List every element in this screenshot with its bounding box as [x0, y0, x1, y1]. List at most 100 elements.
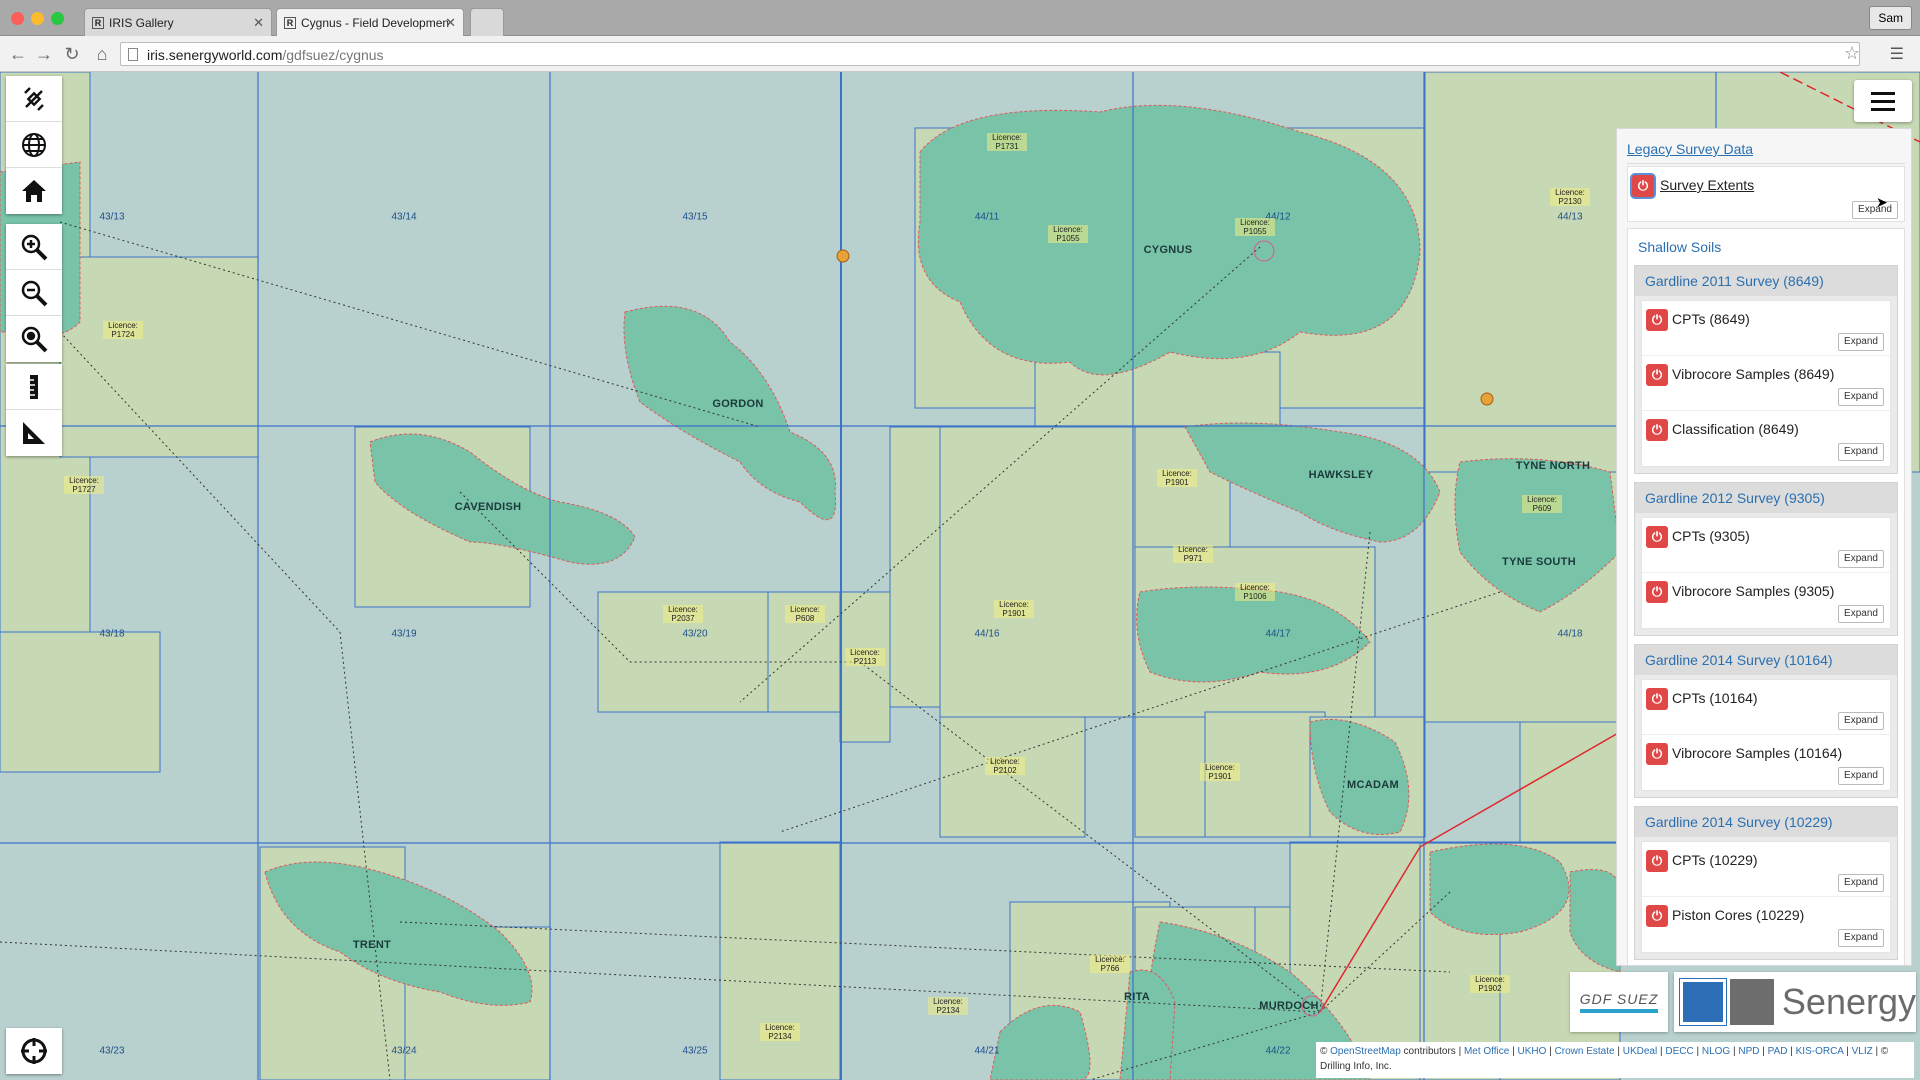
- shallow-soils-title[interactable]: Shallow Soils: [1628, 229, 1904, 265]
- power-toggle-icon[interactable]: ⏻: [1646, 743, 1668, 765]
- expand-button[interactable]: Expand: [1838, 767, 1884, 785]
- expand-button[interactable]: Expand: [1838, 443, 1884, 461]
- field-label-hawksley[interactable]: HAWKSLEY: [1309, 469, 1374, 481]
- power-toggle-icon[interactable]: ⏻: [1646, 850, 1668, 872]
- power-toggle-icon[interactable]: ⏻: [1646, 905, 1668, 927]
- expand-button[interactable]: Expand: [1838, 929, 1884, 947]
- expand-button[interactable]: Expand: [1838, 874, 1884, 892]
- block-label: 44/13: [1557, 211, 1583, 223]
- bookmark-star-icon[interactable]: ☆: [1844, 43, 1860, 64]
- licence-label: Licence: P2134: [760, 1023, 800, 1041]
- power-toggle-icon[interactable]: ⏻: [1646, 419, 1668, 441]
- attribution-link[interactable]: DECC: [1665, 1046, 1693, 1057]
- licence-label: Licence: P1055: [1235, 218, 1275, 236]
- survey-group: Gardline 2012 Survey (9305) ⏻ CPTs (9305)…: [1634, 482, 1898, 636]
- back-icon[interactable]: ←: [8, 44, 28, 65]
- close-tab-icon[interactable]: ✕: [253, 15, 264, 31]
- block-label: 43/14: [391, 211, 417, 223]
- power-toggle-icon[interactable]: ⏻: [1646, 581, 1668, 603]
- power-toggle-icon[interactable]: ⏻: [1646, 526, 1668, 548]
- close-window-button[interactable]: [11, 12, 24, 25]
- attribution-link[interactable]: UKHO: [1518, 1046, 1547, 1057]
- layer-row: ⏻ CPTs (8649) Expand: [1642, 301, 1890, 356]
- maximize-window-button[interactable]: [51, 12, 64, 25]
- map-attribution: © OpenStreetMap contributors | Met Offic…: [1316, 1042, 1914, 1078]
- field-label-murdoch[interactable]: MURDOCH: [1259, 1000, 1319, 1012]
- attribution-link[interactable]: Met Office: [1464, 1046, 1509, 1057]
- field-label-mcadam[interactable]: MCADAM: [1347, 779, 1399, 791]
- field-label-cavendish[interactable]: CAVENDISH: [455, 501, 522, 513]
- area-measure-icon[interactable]: [6, 410, 62, 456]
- satellite-icon[interactable]: [6, 76, 62, 122]
- tab-iris-gallery[interactable]: R IRIS Gallery ✕: [84, 8, 272, 36]
- profile-button[interactable]: Sam: [1869, 6, 1912, 30]
- survey-layers: ⏻ CPTs (10229) Expand ⏻ Piston Cores (10229…: [1641, 841, 1891, 953]
- attribution-text: contributors |: [1403, 1046, 1462, 1057]
- field-label-rita[interactable]: RITA: [1124, 991, 1150, 1003]
- attribution-link[interactable]: UKDeal: [1623, 1046, 1657, 1057]
- field-label-trent[interactable]: TRENT: [353, 939, 391, 951]
- licence-label: Licence: P1006: [1235, 583, 1275, 601]
- new-tab-button[interactable]: [470, 8, 504, 36]
- power-toggle-icon[interactable]: ⏻: [1646, 364, 1668, 386]
- survey-title[interactable]: Gardline 2011 Survey (8649): [1635, 266, 1897, 296]
- licence-label: Licence: P766: [1090, 955, 1130, 973]
- tab-cygnus[interactable]: R Cygnus - Field Developmen ✕: [276, 8, 464, 37]
- expand-button[interactable]: Expand: [1838, 605, 1884, 623]
- layers-menu-button[interactable]: [1854, 80, 1912, 122]
- attribution-link[interactable]: NPD: [1738, 1046, 1759, 1057]
- attribution-link[interactable]: VLIZ: [1852, 1046, 1873, 1057]
- survey-group: Gardline 2014 Survey (10164) ⏻ CPTs (1016…: [1634, 644, 1898, 798]
- layer-name: CPTs (10229): [1672, 852, 1758, 868]
- zoom-in-icon[interactable]: [6, 224, 62, 270]
- expand-button[interactable]: Expand: [1838, 712, 1884, 730]
- block-label: 44/16: [974, 628, 1000, 640]
- block-label: 44/17: [1265, 628, 1291, 640]
- crosshair-icon[interactable]: [6, 1028, 62, 1074]
- field-label-tyne-south[interactable]: TYNE SOUTH: [1502, 556, 1576, 568]
- address-bar[interactable]: iris.senergyworld.com/gdfsuez/cygnus: [120, 42, 1860, 66]
- block-label: 43/25: [682, 1045, 708, 1057]
- survey-title[interactable]: Gardline 2014 Survey (10229): [1635, 807, 1897, 837]
- home-icon[interactable]: [6, 168, 62, 214]
- survey-extents-link[interactable]: Survey Extents: [1660, 177, 1754, 193]
- field-label-tyne-north[interactable]: TYNE NORTH: [1516, 460, 1591, 472]
- home-browser-icon[interactable]: ⌂: [92, 44, 112, 65]
- layer-name: Vibrocore Samples (9305): [1672, 583, 1835, 599]
- expand-button[interactable]: Expand: [1838, 333, 1884, 351]
- legacy-survey-link[interactable]: Legacy Survey Data: [1627, 135, 1905, 164]
- minimize-window-button[interactable]: [31, 12, 44, 25]
- expand-button[interactable]: Expand: [1838, 388, 1884, 406]
- field-label-gordon[interactable]: GORDON: [712, 398, 763, 410]
- expand-button[interactable]: Expand: [1852, 201, 1898, 219]
- shallow-soils-group: Shallow Soils Gardline 2011 Survey (8649…: [1627, 228, 1905, 965]
- licence-label: Licence: P1901: [1157, 469, 1197, 487]
- survey-title[interactable]: Gardline 2012 Survey (9305): [1635, 483, 1897, 513]
- url-host: iris.senergyworld.com: [147, 47, 283, 63]
- licence-label: Licence: P2130: [1550, 188, 1590, 206]
- power-toggle-icon[interactable]: ⏻: [1646, 688, 1668, 710]
- attribution-link[interactable]: OpenStreetMap: [1330, 1046, 1401, 1057]
- close-tab-icon[interactable]: ✕: [445, 15, 456, 31]
- survey-title[interactable]: Gardline 2014 Survey (10164): [1635, 645, 1897, 675]
- licence-label: Licence: P2134: [928, 997, 968, 1015]
- attribution-link[interactable]: Crown Estate: [1555, 1046, 1615, 1057]
- zoom-extent-icon[interactable]: [6, 316, 62, 362]
- globe-icon[interactable]: [6, 122, 62, 168]
- forward-icon[interactable]: →: [34, 44, 54, 65]
- zoom-out-icon[interactable]: [6, 270, 62, 316]
- ruler-icon[interactable]: [6, 364, 62, 410]
- survey-group: Gardline 2011 Survey (8649) ⏻ CPTs (8649)…: [1634, 265, 1898, 474]
- attribution-link[interactable]: KIS-ORCA: [1796, 1046, 1844, 1057]
- browser-menu-icon[interactable]: ☰: [1890, 44, 1904, 64]
- layer-name: Vibrocore Samples (10164): [1672, 745, 1843, 761]
- licence-label: Licence: P1731: [987, 133, 1027, 151]
- field-label-cygnus[interactable]: CYGNUS: [1144, 244, 1193, 256]
- licence-label: Licence: P2113: [845, 648, 885, 666]
- power-toggle-icon[interactable]: ⏻: [1646, 309, 1668, 331]
- attribution-link[interactable]: PAD: [1768, 1046, 1788, 1057]
- expand-button[interactable]: Expand: [1838, 550, 1884, 568]
- reload-icon[interactable]: ↻: [62, 44, 82, 65]
- power-toggle-icon[interactable]: ⏻: [1632, 175, 1654, 197]
- attribution-link[interactable]: NLOG: [1702, 1046, 1730, 1057]
